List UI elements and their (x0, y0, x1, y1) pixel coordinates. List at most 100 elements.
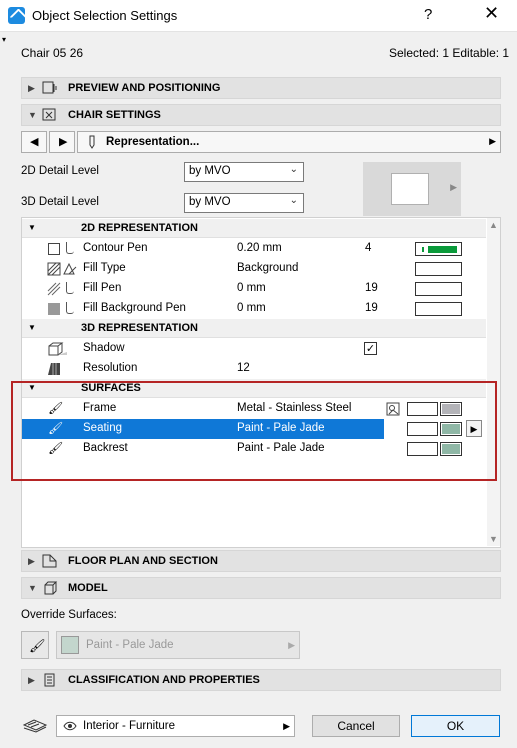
classification-icon (44, 673, 55, 687)
group-label: 3D REPRESENTATION (81, 322, 198, 334)
scroll-up-icon[interactable]: ▲ (489, 220, 498, 230)
section-preview-positioning[interactable]: ▶ PREVIEW AND POSITIONING (21, 77, 501, 99)
section-label: PREVIEW AND POSITIONING (68, 82, 221, 94)
expanded-triangle-icon: ▼ (28, 110, 37, 120)
override-surface-select[interactable]: Paint - Pale Jade ▶ (56, 631, 300, 659)
expanded-triangle-icon: ▼ (28, 223, 36, 232)
dropdown-marker-icon: ▾ (2, 35, 7, 44)
preview-arrow-icon: ▶ (450, 182, 457, 192)
select-arrow-icon: ▶ (283, 721, 290, 731)
pen-color-swatch[interactable] (415, 242, 462, 256)
fill-type-icon (47, 262, 77, 276)
archicad-app-icon (8, 7, 25, 24)
preview-positioning-icon (42, 81, 57, 94)
table-row[interactable]: Contour Pen 0.20 mm 4 (22, 239, 486, 259)
help-button[interactable]: ? (424, 6, 432, 23)
section-model[interactable]: ▼ MODEL (21, 577, 501, 599)
param-name: Fill Pen (83, 282, 122, 294)
next-arrow-icon: ▶ (59, 136, 68, 148)
fill-type-swatch[interactable] (415, 262, 462, 276)
pen-icon (66, 242, 74, 254)
title-bar: Object Selection Settings ? ✕ (0, 0, 517, 32)
object-name: Chair 05 26 (21, 46, 84, 60)
override-surfaces-label: Override Surfaces: (21, 609, 117, 621)
expanded-triangle-icon: ▼ (28, 583, 37, 593)
section-floor-plan[interactable]: ▶ FLOOR PLAN AND SECTION (21, 550, 501, 572)
ok-button[interactable]: OK (411, 715, 500, 737)
collapsed-triangle-icon: ▶ (28, 83, 35, 93)
override-surface-value: Paint - Pale Jade (86, 639, 174, 651)
param-name: Shadow (83, 342, 125, 354)
detail-3d-label: 3D Detail Level (21, 196, 99, 208)
group-label: 2D REPRESENTATION (81, 222, 198, 234)
layer-select[interactable]: Interior - Furniture ▶ (56, 715, 295, 737)
param-name: Contour Pen (83, 242, 148, 254)
detail-2d-label: 2D Detail Level (21, 165, 99, 177)
page-label: Representation... (106, 136, 200, 148)
param-name: Resolution (83, 362, 138, 374)
section-label: CLASSIFICATION AND PROPERTIES (68, 674, 260, 686)
pen-color-swatch[interactable] (415, 282, 462, 296)
param-value[interactable]: Background (237, 262, 298, 274)
resolution-icon (48, 363, 60, 375)
shadow-checkbox[interactable]: ✓ (364, 342, 377, 355)
section-classification[interactable]: ▶ CLASSIFICATION AND PROPERTIES (21, 669, 501, 691)
preview-thumbnail[interactable]: ▶ (363, 162, 461, 216)
pen-color-fill (428, 246, 457, 253)
expanded-triangle-icon: ▼ (28, 323, 36, 332)
pen-icon (66, 282, 74, 294)
group-3d-representation[interactable]: ▼ 3D REPRESENTATION (22, 319, 486, 338)
table-row[interactable]: Shadow ✓ (22, 339, 486, 359)
param-name: Fill Type (83, 262, 126, 274)
pen-marker (422, 247, 424, 252)
fill-pen-hatch-icon (47, 282, 61, 296)
section-chair-settings[interactable]: ▼ CHAIR SETTINGS (21, 104, 501, 126)
select-arrow-icon: ▶ (288, 640, 295, 650)
layers-icon (22, 719, 48, 733)
chevron-down-icon: ⌄ (289, 164, 298, 175)
override-surface-swatch (61, 636, 79, 654)
param-value[interactable]: 0 mm (237, 282, 266, 294)
chevron-down-icon: ⌄ (289, 195, 298, 206)
param-value[interactable]: 12 (237, 362, 250, 374)
detail-2d-select[interactable]: by MVO ⌄ (184, 162, 304, 182)
param-name: Fill Background Pen (83, 302, 186, 314)
cancel-button[interactable]: Cancel (312, 715, 400, 737)
pen-page-icon (89, 135, 95, 149)
table-row[interactable]: Resolution 12 (22, 359, 486, 379)
param-value[interactable]: 0 mm (237, 302, 266, 314)
table-row[interactable]: Fill Type Background (22, 259, 486, 279)
contour-checkbox-icon (48, 243, 60, 255)
page-selector[interactable]: Representation... ▶ (77, 131, 501, 153)
group-2d-representation[interactable]: ▼ 2D REPRESENTATION (22, 219, 486, 238)
window-title: Object Selection Settings (32, 8, 178, 23)
select-value: by MVO (189, 165, 231, 177)
section-label: CHAIR SETTINGS (68, 109, 161, 121)
next-page-button[interactable]: ▶ (49, 131, 75, 153)
pen-color-swatch[interactable] (415, 302, 462, 316)
param-value[interactable]: 0.20 mm (237, 242, 282, 254)
pen-icon (66, 302, 74, 314)
collapsed-triangle-icon: ▶ (28, 675, 35, 685)
scroll-down-icon[interactable]: ▼ (489, 534, 498, 544)
table-row[interactable]: Fill Pen 0 mm 19 (22, 279, 486, 299)
table-row[interactable]: Fill Background Pen 0 mm 19 (22, 299, 486, 319)
prev-page-button[interactable]: ◀ (21, 131, 47, 153)
detail-3d-select[interactable]: by MVO ⌄ (184, 193, 304, 213)
select-value: by MVO (189, 196, 231, 208)
chair-settings-icon (42, 108, 56, 121)
prev-arrow-icon: ◀ (30, 136, 39, 148)
eye-icon (63, 721, 77, 731)
surfaces-highlight-outline (11, 381, 497, 481)
page-menu-arrow-icon: ▶ (489, 136, 496, 146)
shadow-cube-icon (48, 342, 67, 356)
model-cube-icon (44, 581, 58, 595)
pen-number[interactable]: 19 (365, 302, 378, 314)
pen-number[interactable]: 19 (365, 282, 378, 294)
floor-plan-icon (42, 554, 57, 568)
background-fill-icon (48, 303, 60, 315)
close-button[interactable]: ✕ (484, 3, 499, 24)
section-label: FLOOR PLAN AND SECTION (68, 555, 218, 567)
pen-number[interactable]: 4 (365, 242, 371, 254)
override-surfaces-toggle[interactable]: 🖌︎ (21, 631, 49, 659)
